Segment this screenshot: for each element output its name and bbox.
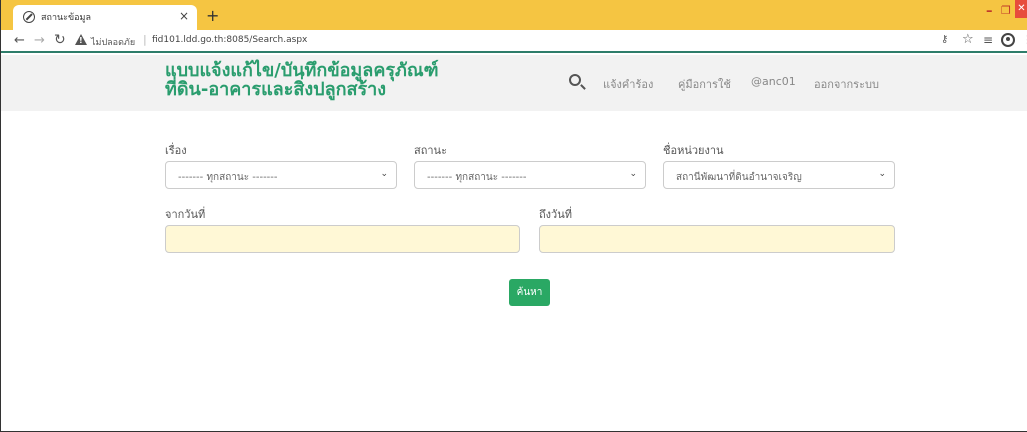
minimize-icon[interactable]: – <box>986 4 993 19</box>
tab-title: สถานะข้อมูล <box>41 13 91 23</box>
maximize-icon[interactable]: ❐ <box>1001 4 1011 17</box>
window-close-icon[interactable]: ✕ <box>1015 0 1027 18</box>
site-brand[interactable]: แบบแจ้งแก้ไข/บันทึกข้อมูลครุภัณฑ์ ที่ดิน… <box>165 61 465 99</box>
status-select-value: ------- ทุกสถานะ ------- <box>427 172 527 183</box>
profile-icon[interactable] <box>1001 33 1015 47</box>
status-select[interactable]: ------- ทุกสถานะ ------- ⌄ <box>414 161 646 189</box>
unit-select-value: สถานีพัฒนาที่ดินอำนาจเจริญ <box>676 172 802 183</box>
nav-manual[interactable]: คู่มือการใช้ <box>678 75 731 93</box>
close-icon[interactable]: × <box>179 9 189 23</box>
brand-line-2: ที่ดิน-อาคารและสิ่งปลูกสร้าง <box>165 79 387 100</box>
browser-window: สถานะข้อมูล × + – ❐ ✕ ← → ↻ ไม่ปลอดภัย |… <box>0 0 1027 432</box>
unit-select[interactable]: สถานีพัฒนาที่ดินอำนาจเจริญ ⌄ <box>663 161 895 189</box>
plus-icon[interactable]: + <box>206 6 219 25</box>
reload-icon[interactable]: ↻ <box>54 32 66 48</box>
from-date-label: จากวันที่ <box>165 208 206 221</box>
chevron-down-icon: ⌄ <box>380 169 388 179</box>
url-divider: | <box>143 33 147 46</box>
status-label: สถานะ <box>414 144 447 157</box>
nav-user[interactable]: @anc01 <box>751 75 796 88</box>
search-icon[interactable] <box>569 74 581 86</box>
subject-label: เรื่อง <box>165 144 187 157</box>
globe-icon <box>23 11 35 23</box>
tab-strip: สถานะข้อมูล × + – ❐ ✕ <box>1 0 1027 30</box>
key-icon[interactable]: ⚷ <box>941 34 948 45</box>
address-bar[interactable]: fid101.ldd.go.th:8085/Search.aspx <box>152 35 307 45</box>
back-arrow-icon[interactable]: ← <box>14 33 25 48</box>
subject-select[interactable]: ------- ทุกสถานะ ------- ⌄ <box>165 161 397 189</box>
subject-select-value: ------- ทุกสถานะ ------- <box>178 172 278 183</box>
from-date-input[interactable] <box>165 225 520 253</box>
chevron-down-icon: ⌄ <box>878 169 886 179</box>
nav-logout[interactable]: ออกจากระบบ <box>814 75 879 93</box>
chevron-down-icon: ⌄ <box>629 169 637 179</box>
search-button[interactable]: ค้นหา <box>509 279 550 306</box>
browser-toolbar: ← → ↻ ไม่ปลอดภัย | fid101.ldd.go.th:8085… <box>1 30 1027 53</box>
more-menu-icon[interactable]: ⋮ <box>1022 33 1027 46</box>
to-date-input[interactable] <box>539 225 895 253</box>
to-date-label: ถึงวันที่ <box>539 208 572 221</box>
star-icon[interactable]: ☆ <box>962 32 974 47</box>
forward-arrow-icon[interactable]: → <box>34 33 45 48</box>
reading-list-icon[interactable]: ≡ <box>983 33 993 47</box>
warning-icon[interactable] <box>75 34 87 45</box>
browser-tab[interactable]: สถานะข้อมูล × <box>13 5 197 30</box>
nav-report[interactable]: แจ้งคำร้อง <box>603 75 653 93</box>
site-header: แบบแจ้งแก้ไข/บันทึกข้อมูลครุภัณฑ์ ที่ดิน… <box>1 55 1027 111</box>
unit-label: ชื่อหน่วยงาน <box>663 144 724 157</box>
not-secure-label[interactable]: ไม่ปลอดภัย <box>91 35 135 49</box>
brand-line-1: แบบแจ้งแก้ไข/บันทึกข้อมูลครุภัณฑ์ <box>165 60 439 81</box>
